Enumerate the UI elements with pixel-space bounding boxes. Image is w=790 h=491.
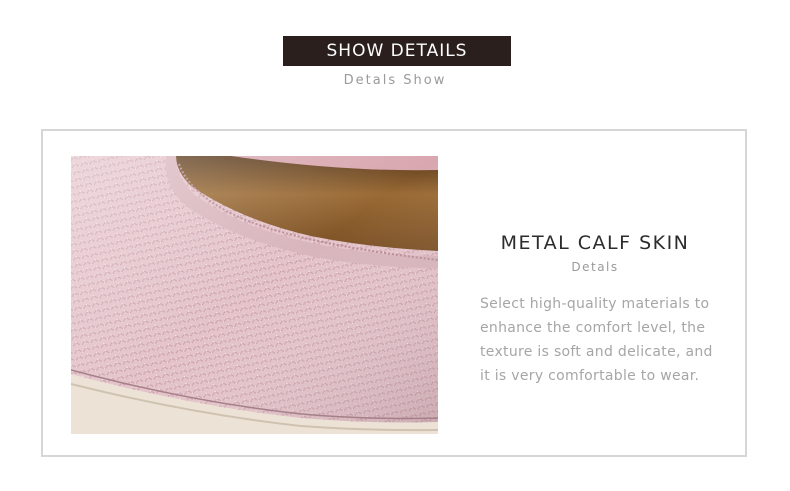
feature-title: METAL CALF SKIN	[500, 232, 690, 254]
description-line: enhance the comfort level, the	[480, 320, 706, 336]
section-subtitle: Detals Show	[343, 73, 447, 88]
leather-closeup-image	[71, 156, 438, 434]
feature-description: Select high-quality materials to enhance…	[480, 292, 740, 388]
description-line: it is very comfortable to wear.	[480, 368, 700, 384]
section-title: SHOW DETAILS	[326, 41, 468, 61]
feature-subtitle: Detals	[571, 260, 619, 274]
description-line: Select high-quality materials to	[480, 296, 710, 312]
section-header-banner: SHOW DETAILS	[283, 36, 511, 66]
description-line: texture is soft and delicate, and	[480, 344, 713, 360]
